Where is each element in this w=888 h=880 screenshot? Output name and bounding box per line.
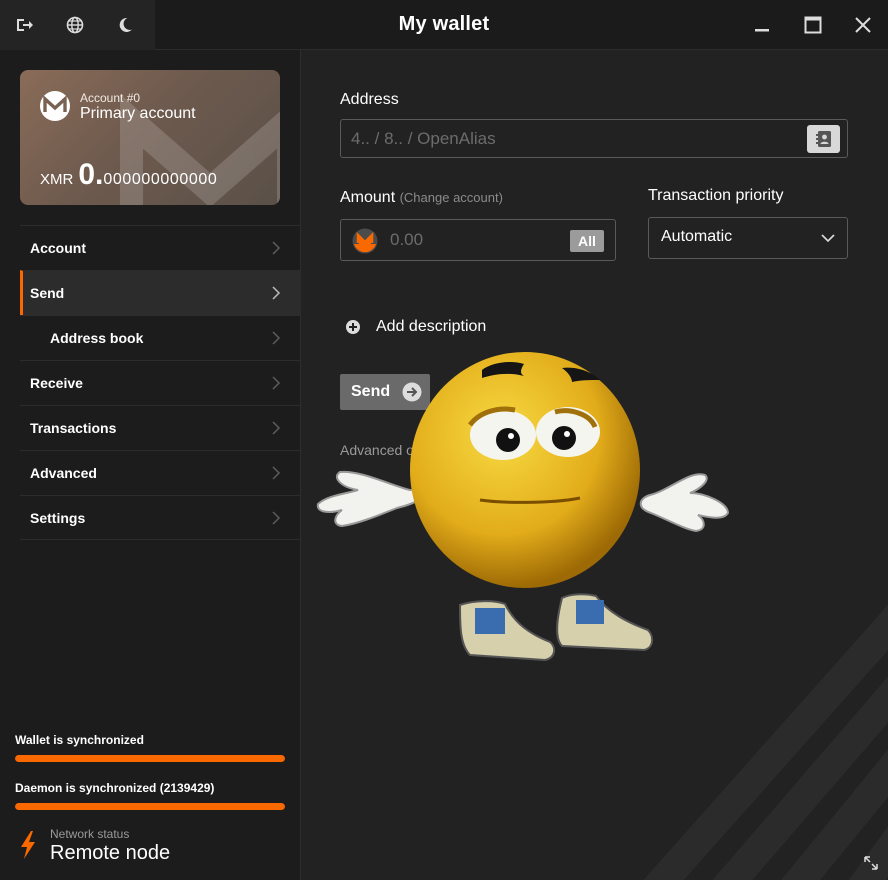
account-number: Account #0 [80, 91, 141, 105]
sidebar-item-address-book[interactable]: Address book [20, 315, 301, 360]
add-description-button[interactable]: Add description [345, 318, 486, 336]
daemon-sync-progress [15, 803, 285, 810]
sidebar-item-settings[interactable]: Settings [20, 495, 301, 540]
account-card[interactable]: Account #0 Primary account XMR 0. 000000… [20, 70, 280, 205]
amount-label-text: Amount [340, 189, 396, 206]
close-icon[interactable] [850, 12, 876, 38]
address-placeholder: 4.. / 8.. / OpenAlias [351, 129, 496, 148]
globe-icon[interactable] [63, 13, 87, 37]
address-book-button[interactable] [807, 125, 840, 153]
wallet-sync-fill [15, 755, 285, 762]
sidebar-item-label: Settings [30, 509, 86, 526]
sidebar-item-advanced[interactable]: Advanced [20, 450, 301, 495]
account-balance: XMR 0. 000000000000 [40, 158, 217, 192]
network-status-value: Remote node [50, 842, 171, 864]
chevron-right-icon [272, 511, 281, 525]
sidebar: Account #0 Primary account XMR 0. 000000… [0, 50, 301, 880]
titlebar-left-tools [0, 0, 155, 50]
priority-value: Automatic [661, 228, 733, 245]
title-bar: My wallet [0, 0, 888, 50]
sidebar-item-account[interactable]: Account [20, 225, 301, 270]
chevron-right-icon [272, 241, 281, 255]
sidebar-item-send[interactable]: Send [20, 270, 301, 315]
balance-decimals: 000000000000 [103, 171, 218, 188]
moon-icon[interactable] [113, 13, 137, 37]
amount-placeholder: 0.00 [390, 230, 424, 249]
add-description-label: Add description [376, 318, 487, 335]
wallet-sync-progress [15, 755, 285, 762]
shrug-emoji-overlay [316, 352, 730, 662]
balance-currency: XMR [40, 171, 74, 188]
chevron-down-icon [821, 234, 835, 243]
sidebar-item-label: Address book [50, 330, 144, 346]
sidebar-menu: Account Send Address book Receive Transa… [20, 225, 301, 540]
plus-circle-icon [346, 320, 360, 334]
sidebar-item-label: Receive [30, 375, 83, 391]
sidebar-item-label: Transactions [30, 420, 117, 436]
amount-label: Amount (Change account) [340, 189, 503, 207]
address-input[interactable]: 4.. / 8.. / OpenAlias [340, 119, 848, 158]
maximize-icon[interactable] [800, 12, 826, 38]
chevron-right-icon [272, 331, 281, 345]
logout-icon[interactable] [13, 13, 37, 37]
wallet-sync-label: Wallet is synchronized [15, 733, 144, 747]
wallet-window: My wallet Account #0 Primary account XMR… [0, 0, 888, 880]
balance-integer: 0. [78, 158, 104, 191]
minimize-icon[interactable] [749, 12, 775, 38]
account-name: Primary account [80, 105, 196, 122]
monero-coin-icon [352, 228, 378, 254]
monero-logo-icon [40, 91, 70, 121]
chevron-right-icon [272, 421, 281, 435]
sidebar-item-transactions[interactable]: Transactions [20, 405, 301, 450]
resize-icon[interactable] [864, 856, 878, 870]
priority-select[interactable]: Automatic [648, 217, 848, 259]
amount-input[interactable]: 0.00 All [340, 219, 616, 261]
daemon-sync-fill [15, 803, 285, 810]
sidebar-item-label: Send [30, 285, 65, 301]
chevron-right-icon [272, 286, 281, 300]
daemon-sync-label: Daemon is synchronized (2139429) [15, 781, 215, 795]
all-button[interactable]: All [570, 230, 604, 252]
chevron-right-icon [272, 466, 281, 480]
sidebar-item-label: Advanced [30, 465, 97, 481]
chevron-right-icon [272, 376, 281, 390]
lightning-icon [21, 831, 35, 859]
sidebar-item-label: Account [30, 240, 86, 256]
address-label: Address [340, 91, 399, 108]
sidebar-item-receive[interactable]: Receive [20, 360, 301, 405]
network-status-label: Network status [50, 827, 130, 841]
contacts-icon [815, 131, 831, 147]
change-account-link[interactable]: (Change account) [400, 190, 503, 205]
priority-label: Transaction priority [648, 187, 784, 204]
